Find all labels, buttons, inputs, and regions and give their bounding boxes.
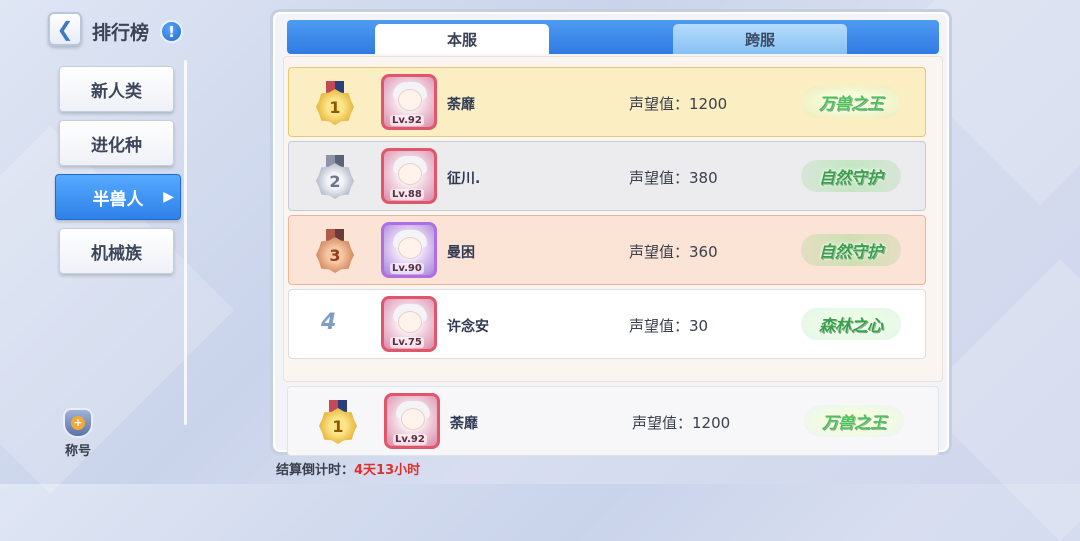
tab-local-server[interactable]: 本服 — [375, 24, 549, 54]
gold-medal-icon: 1 — [316, 81, 354, 125]
player-name: 荼靡 — [447, 97, 475, 113]
sidebar-item-orc[interactable]: 半兽人 ▶ — [55, 174, 181, 220]
player-title-badge: 自然守护 — [801, 160, 901, 192]
caret-right-icon: ▶ — [163, 189, 174, 205]
server-tabs: 本服 跨服 — [287, 20, 939, 54]
page-title: 排行榜 — [92, 22, 150, 44]
ranking-row[interactable]: 4 Lv.75 许念安 声望值：30 森林之心 — [288, 289, 926, 359]
chevron-left-icon: ❮ — [56, 17, 74, 41]
title-badge-button[interactable]: + 称号 — [58, 408, 98, 459]
reputation-score: 声望值：380 — [629, 169, 718, 187]
player-title-badge: 万兽之王 — [801, 86, 901, 118]
sidebar-scrollbar[interactable] — [184, 60, 187, 425]
ranking-list[interactable]: 1 Lv.92 荼靡 声望值：1200 万兽之王 2 Lv.88 征川. 声望值… — [283, 56, 943, 382]
rank-number: 4 — [321, 310, 337, 335]
avatar[interactable]: Lv.88 — [381, 148, 437, 204]
avatar[interactable]: Lv.90 — [381, 222, 437, 278]
countdown-value: 4天13小时 — [354, 463, 421, 478]
settlement-countdown: 结算倒计时：4天13小时 — [276, 463, 421, 478]
player-title-badge: 自然守护 — [801, 234, 901, 266]
sidebar-item-new-human[interactable]: 新人类 — [59, 66, 174, 112]
title-badge-label: 称号 — [64, 444, 91, 459]
silver-medal-icon: 2 — [316, 155, 354, 199]
player-name: 曼困 — [447, 245, 475, 261]
player-title-badge: 万兽之王 — [804, 405, 904, 437]
player-name: 荼靡 — [450, 416, 478, 432]
sidebar-item-evolved[interactable]: 进化种 — [59, 120, 174, 166]
ranking-row[interactable]: 2 Lv.88 征川. 声望值：380 自然守护 — [288, 141, 926, 211]
ranking-panel: 本服 跨服 1 Lv.92 荼靡 声望值：1200 万兽之王 2 Lv.88 征… — [270, 9, 952, 456]
player-name: 征川. — [447, 171, 481, 187]
bronze-medal-icon: 3 — [316, 229, 354, 273]
sidebar-item-mechanical[interactable]: 机械族 — [59, 228, 174, 274]
my-ranking-row[interactable]: 1 Lv.92 荼靡 声望值：1200 万兽之王 — [287, 386, 939, 456]
shield-icon: + — [63, 408, 93, 438]
reputation-score: 声望值：1200 — [629, 95, 728, 113]
race-sidebar: 新人类 进化种 半兽人 ▶ 机械族 — [55, 66, 181, 282]
avatar[interactable]: Lv.92 — [384, 393, 440, 449]
tab-cross-server[interactable]: 跨服 — [673, 24, 847, 54]
back-button[interactable]: ❮ — [48, 12, 82, 46]
player-name: 许念安 — [447, 319, 489, 335]
reputation-score: 声望值：360 — [629, 243, 718, 261]
gold-medal-icon: 1 — [319, 400, 357, 444]
ranking-row[interactable]: 3 Lv.90 曼困 声望值：360 自然守护 — [288, 215, 926, 285]
avatar[interactable]: Lv.75 — [381, 296, 437, 352]
ranking-row[interactable]: 1 Lv.92 荼靡 声望值：1200 万兽之王 — [288, 67, 926, 137]
player-title-badge: 森林之心 — [801, 308, 901, 340]
reputation-score: 声望值：30 — [629, 317, 709, 335]
reputation-score: 声望值：1200 — [632, 414, 731, 432]
avatar[interactable]: Lv.92 — [381, 74, 437, 130]
info-icon[interactable]: ! — [160, 20, 183, 43]
